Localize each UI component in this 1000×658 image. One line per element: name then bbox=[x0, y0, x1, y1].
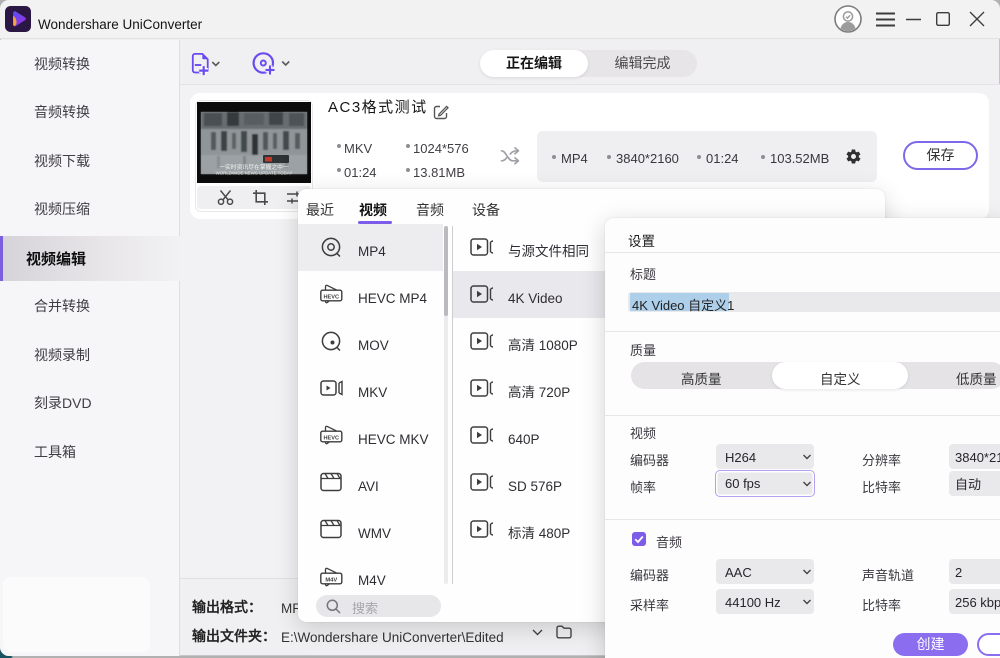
svg-text:WORLDWIDE NEWS UPDATE TODAY: WORLDWIDE NEWS UPDATE TODAY bbox=[216, 171, 293, 176]
svg-text:M4V: M4V bbox=[325, 577, 337, 583]
svg-text:HEVC: HEVC bbox=[324, 294, 340, 300]
svg-text:HEVC: HEVC bbox=[324, 435, 340, 441]
